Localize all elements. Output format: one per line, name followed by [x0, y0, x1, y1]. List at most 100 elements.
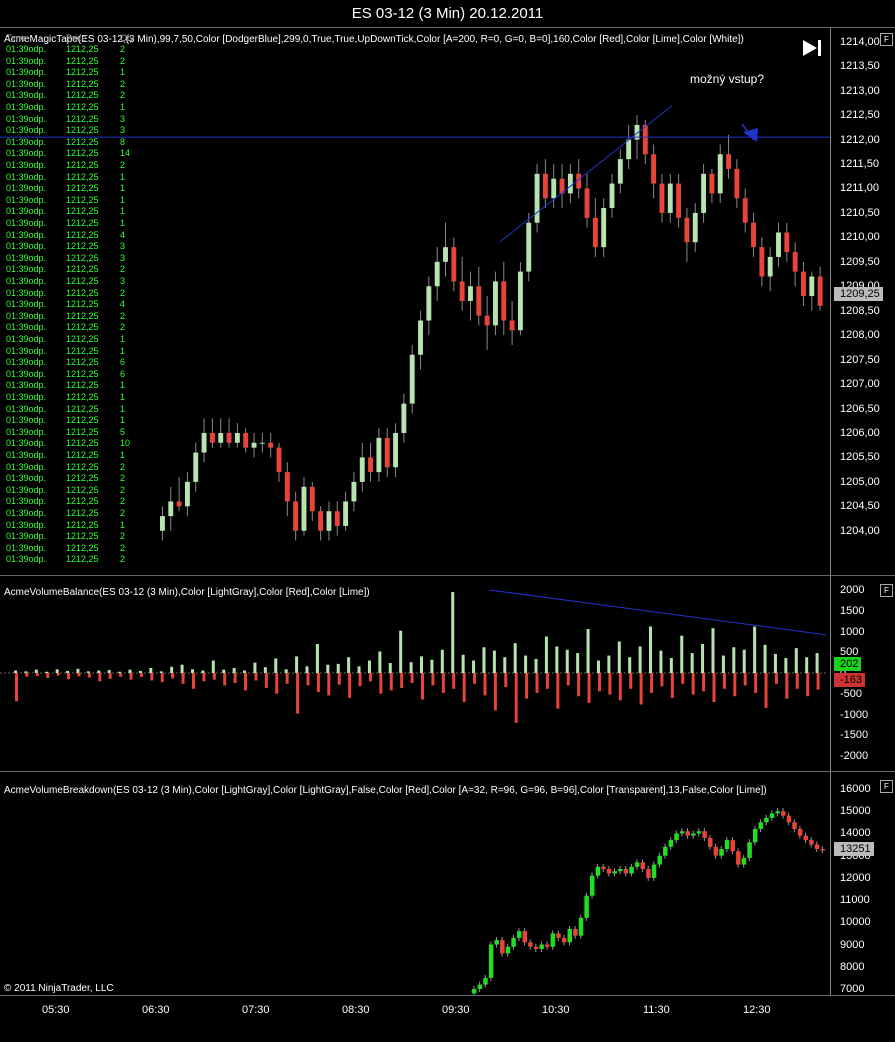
tape-price: 1212,25 — [66, 276, 99, 286]
candle-body — [326, 511, 332, 531]
breakdown-bar — [533, 946, 539, 949]
buy-volume-bar — [430, 659, 434, 673]
sell-volume-bar — [244, 673, 248, 691]
volume-breakdown-pane[interactable]: AcmeVolumeBreakdown(ES 03-12 (3 Min),Col… — [0, 771, 895, 995]
sell-volume-bar — [722, 673, 726, 689]
sell-volume-bar — [535, 673, 539, 693]
sell-volume-bar — [139, 673, 143, 678]
tape-time: 01:39odp. — [6, 252, 47, 263]
breakdown-bar — [545, 944, 550, 947]
candle-body — [617, 159, 623, 184]
price-tick-label: 1211,00 — [840, 182, 879, 195]
balance-tick-label: -500 — [840, 687, 863, 700]
sell-volume-bar — [431, 673, 435, 686]
candle-body — [626, 139, 632, 160]
volume-balance-pane[interactable]: AcmeVolumeBalance(ES 03-12 (3 Min),Color… — [0, 575, 895, 771]
candle-body — [709, 173, 715, 194]
tape-time: 01:39odp. — [6, 461, 47, 472]
candle-body — [592, 217, 598, 248]
play-icon[interactable] — [801, 38, 823, 58]
sell-volume-bar — [774, 673, 778, 684]
buy-volume-bar — [420, 656, 423, 673]
candle-body — [218, 432, 224, 443]
tape-time: 01:39odp. — [6, 229, 47, 240]
buy-volume-bar — [336, 663, 340, 673]
buy-volume-bar — [680, 635, 684, 673]
buy-volume-bar — [232, 668, 236, 673]
tape-qty: 2 — [120, 484, 126, 495]
sell-volume-bar — [98, 673, 102, 682]
sell-volume-bar — [77, 673, 81, 677]
candle-body — [234, 432, 240, 443]
candle-body — [426, 286, 432, 321]
panel-f-button[interactable]: F — [880, 584, 893, 597]
tape-price: 1212,25 — [66, 380, 99, 391]
tape-time: 01:39odp. — [6, 345, 47, 356]
candle-body — [176, 501, 182, 507]
tape-price: 1212,25 — [66, 206, 99, 217]
balance-tick-label: -1500 — [840, 729, 869, 742]
tape-qty: 1 — [120, 171, 126, 182]
buy-volume-bar — [243, 670, 247, 673]
tape-qty: 1 — [120, 218, 126, 228]
tape-price: 1212,25 — [66, 252, 99, 263]
candle-body — [459, 281, 465, 301]
tape-qty: 1 — [120, 102, 126, 112]
candle-body — [401, 403, 407, 433]
balance-trendline — [489, 589, 827, 636]
sell-volume-bar — [46, 673, 50, 678]
candle-body — [542, 173, 548, 199]
candle-body — [601, 208, 607, 248]
sell-volume-bar — [462, 673, 466, 703]
tape-price: 1212,25 — [66, 461, 99, 472]
sell-volume-bar — [35, 673, 39, 676]
candle-body — [368, 457, 374, 473]
candle-body — [409, 354, 415, 404]
panel-f-button[interactable]: F — [880, 33, 893, 46]
tape-price: 1212,25 — [66, 299, 99, 310]
price-pane[interactable]: AcmeMagicTape(ES 03-12 (3 Min),99,7,50,C… — [0, 27, 895, 575]
price-axis-line — [830, 28, 831, 575]
tape-time: 01:39odp. — [6, 102, 47, 112]
breakdown-bar — [606, 869, 612, 874]
tape-price: 1212,25 — [66, 531, 99, 542]
candle-body — [501, 281, 507, 321]
price-trendline — [499, 104, 673, 243]
breakdown-bar — [775, 811, 780, 814]
buy-volume-bar — [690, 653, 694, 673]
breakdown-bar — [472, 989, 477, 994]
buy-volume-bar — [24, 671, 28, 673]
tape-qty: 4 — [120, 229, 126, 240]
sell-volume-bar — [202, 673, 206, 682]
candle-body — [226, 432, 232, 443]
sell-volume-bar — [171, 673, 175, 679]
panel-f-button[interactable]: F — [880, 780, 893, 793]
sell-volume-bar — [67, 673, 71, 680]
candle-body — [251, 442, 257, 448]
balance-tick-label: 1500 — [840, 604, 865, 617]
sell-value-tag: -163 — [834, 673, 866, 687]
tape-qty: 3 — [120, 113, 126, 124]
candle-body — [801, 271, 806, 297]
tape-time: 01:39odp. — [6, 90, 47, 101]
sell-volume-bar — [160, 673, 164, 683]
breakdown-bar — [691, 833, 696, 836]
tape-price: 1212,25 — [66, 334, 99, 344]
sell-volume-bar — [681, 673, 685, 684]
tape-qty: 1 — [120, 380, 126, 391]
copyright: © 2011 NinjaTrader, LLC — [4, 983, 114, 994]
sell-volume-bar — [306, 673, 310, 686]
buy-volume-bar — [201, 670, 205, 673]
tape-time: 01:39odp. — [6, 218, 47, 228]
tape-qty: 2 — [120, 322, 126, 333]
buy-volume-bar — [721, 655, 725, 673]
tape-time: 01:39odp. — [6, 554, 47, 565]
breakdown-bar — [713, 846, 719, 856]
buy-volume-bar — [763, 644, 767, 673]
tape-price: 1212,25 — [66, 78, 99, 89]
buy-volume-bar — [711, 628, 715, 673]
candle-body — [734, 168, 740, 199]
candle-body — [817, 276, 823, 306]
buy-volume-bar — [544, 636, 548, 673]
tape-qty: 1 — [120, 345, 126, 356]
